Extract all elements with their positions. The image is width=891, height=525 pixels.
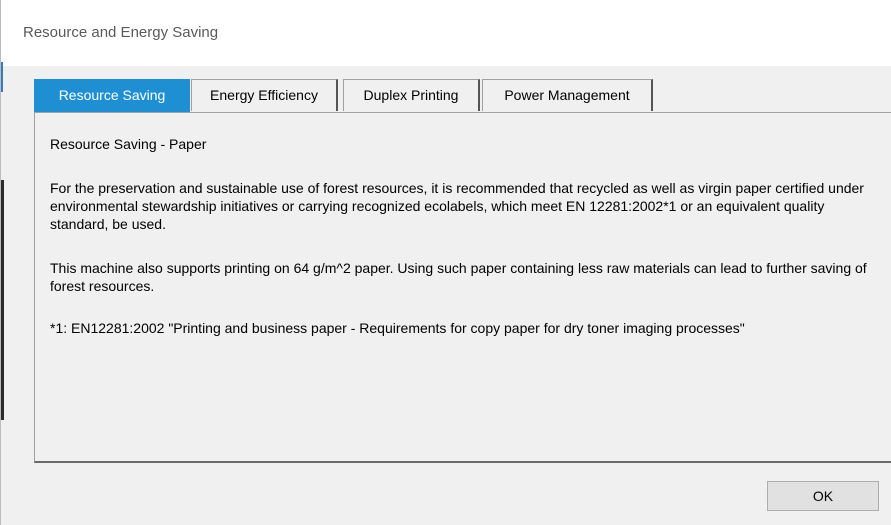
tab-content-panel: Resource Saving - Paper For the preserva… [34,112,891,463]
content-footnote: *1: EN12281:2002 "Printing and business … [50,320,745,336]
dialog-window: Resource and Energy Saving Resource Savi… [0,0,891,525]
window-title: Resource and Energy Saving [23,24,219,41]
content-heading: Resource Saving - Paper [50,136,207,152]
content-paragraph-2: This machine also supports printing on 6… [50,260,867,294]
tab-duplex-printing[interactable]: Duplex Printing [343,79,480,111]
content-paragraph-1: For the preservation and sustainable use… [50,180,864,232]
tab-energy-efficiency[interactable]: Energy Efficiency [191,79,338,111]
left-edge-shadow [1,180,4,420]
left-edge-accent [1,62,3,92]
button-bar [1,464,891,525]
tab-power-management[interactable]: Power Management [482,79,653,111]
title-bar[interactable]: Resource and Energy Saving [1,0,891,66]
ok-button[interactable]: OK [767,481,879,511]
tab-resource-saving[interactable]: Resource Saving [34,79,190,112]
